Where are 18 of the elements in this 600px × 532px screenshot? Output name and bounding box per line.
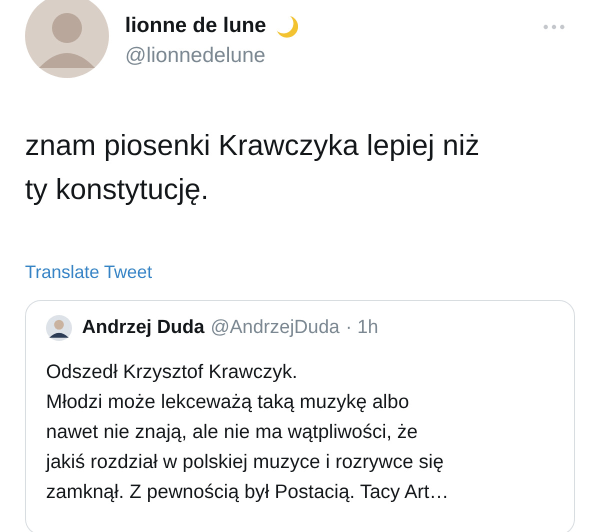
author-handle[interactable]: @lionnedelune bbox=[125, 44, 298, 68]
quoted-tweet-text: Młodzi może lekceważą taką muzykę albo bbox=[46, 390, 410, 415]
quoted-author-name: Andrzej Duda bbox=[82, 317, 204, 339]
crescent-moon-icon bbox=[274, 14, 298, 38]
avatar[interactable] bbox=[25, 0, 109, 78]
translate-link[interactable]: Translate Tweet bbox=[25, 262, 152, 283]
quoted-tweet-text: nawet nie znają, ale nie ma wątpliwości, że bbox=[46, 420, 418, 445]
quoted-tweet-text: jakiś rozdział w polskiej muzyce i rozrywce się bbox=[46, 450, 444, 475]
avatar bbox=[46, 315, 72, 341]
quoted-author-handle: @AndrzejDuda bbox=[210, 317, 340, 339]
quoted-tweet-card[interactable] bbox=[25, 300, 575, 532]
more-icon[interactable] bbox=[543, 24, 565, 30]
quoted-tweet-text: zamknął. Z pewnością był Postacią. Tacy Art… bbox=[46, 480, 449, 505]
tweet-text: ty konstytucję. bbox=[25, 173, 209, 208]
quoted-tweet-text: Odszedł Krzysztof Krawczyk. bbox=[46, 360, 298, 385]
author-name[interactable]: lionne de lune bbox=[125, 14, 266, 38]
tweet-text: znam piosenki Krawczyka lepiej niż bbox=[25, 129, 480, 164]
tweet-time: · 1h bbox=[346, 317, 378, 339]
